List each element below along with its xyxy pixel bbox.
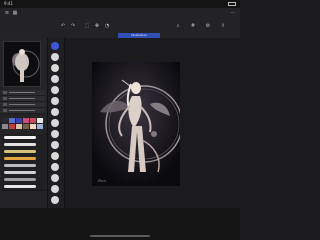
color-swatch[interactable] xyxy=(2,118,8,123)
brush-list xyxy=(1,134,46,194)
color-swatch[interactable] xyxy=(16,118,22,123)
brush-stroke-preview xyxy=(4,171,36,174)
brush-row[interactable] xyxy=(1,183,46,191)
layer-list xyxy=(1,90,45,116)
tool-icon[interactable] xyxy=(51,174,59,182)
artwork-illustration: Ren xyxy=(92,62,180,186)
tool-icon[interactable] xyxy=(51,130,59,138)
color-palette xyxy=(2,118,46,130)
tool-column xyxy=(48,38,65,208)
tool-icon[interactable] xyxy=(51,86,59,94)
gallery-icon[interactable]: ▦ xyxy=(12,10,18,16)
color-swatch[interactable] xyxy=(9,118,15,123)
layer-row[interactable] xyxy=(1,108,45,114)
layer-bar xyxy=(9,98,35,99)
layer-bar xyxy=(9,104,35,105)
zoom-icon[interactable]: ⌕ xyxy=(175,23,181,29)
status-time: 9:41 xyxy=(4,1,13,6)
eraser-tool-icon[interactable] xyxy=(51,64,59,72)
tool-icon[interactable] xyxy=(51,185,59,193)
layer-bar xyxy=(9,92,35,93)
artwork-canvas[interactable]: Ren xyxy=(92,62,180,186)
undo-icon[interactable]: ↶ xyxy=(60,23,66,29)
status-bar: 9:41 xyxy=(0,0,240,8)
grid-icon[interactable]: # xyxy=(190,23,196,29)
redo-icon[interactable]: ↷ xyxy=(70,23,76,29)
tool-icon[interactable] xyxy=(51,75,59,83)
layer-thumbnail xyxy=(3,103,7,106)
layer-bar xyxy=(9,110,35,111)
fill-icon[interactable]: ◔ xyxy=(104,23,110,29)
tool-icon[interactable] xyxy=(51,152,59,160)
brush-stroke-preview xyxy=(4,143,36,146)
brush-stroke-preview xyxy=(4,157,36,160)
share-icon[interactable]: ⇪ xyxy=(220,23,226,29)
tool-icon[interactable] xyxy=(51,119,59,127)
brush-tool-icon[interactable] xyxy=(51,42,59,50)
color-swatch[interactable] xyxy=(37,124,43,129)
color-swatch[interactable] xyxy=(23,124,29,129)
brush-stroke-preview xyxy=(4,136,36,139)
artwork-signature: Ren xyxy=(97,178,106,183)
color-swatch[interactable] xyxy=(30,124,36,129)
navigator-thumbnail xyxy=(4,42,40,86)
settings-icon[interactable]: ⚙ xyxy=(205,23,211,29)
tool-icon[interactable] xyxy=(51,141,59,149)
select-icon[interactable]: ⬚ xyxy=(84,23,90,29)
tool-icon[interactable] xyxy=(51,196,59,204)
smudge-tool-icon[interactable] xyxy=(51,53,59,61)
more-icon[interactable]: ⋯ xyxy=(230,10,236,16)
tool-icon[interactable] xyxy=(51,97,59,105)
home-indicator[interactable] xyxy=(90,235,150,237)
color-swatch[interactable] xyxy=(30,118,36,123)
color-swatch[interactable] xyxy=(2,124,8,129)
brush-stroke-preview xyxy=(4,150,36,153)
navigator-preview[interactable] xyxy=(3,41,41,87)
transform-icon[interactable]: ✥ xyxy=(94,23,100,29)
layer-thumbnail xyxy=(3,97,7,100)
color-swatch[interactable] xyxy=(9,124,15,129)
color-swatch[interactable] xyxy=(37,118,43,123)
menu-icon[interactable]: ≡ xyxy=(4,10,10,16)
tool-icon[interactable] xyxy=(51,163,59,171)
color-swatch[interactable] xyxy=(23,118,29,123)
brush-stroke-preview xyxy=(4,178,36,181)
battery-icon xyxy=(228,2,236,6)
tool-icon[interactable] xyxy=(51,108,59,116)
brush-stroke-preview xyxy=(4,185,36,188)
brush-stroke-preview xyxy=(4,164,36,167)
layer-thumbnail xyxy=(3,91,7,94)
layer-thumbnail xyxy=(3,109,7,112)
color-swatch[interactable] xyxy=(16,124,22,129)
